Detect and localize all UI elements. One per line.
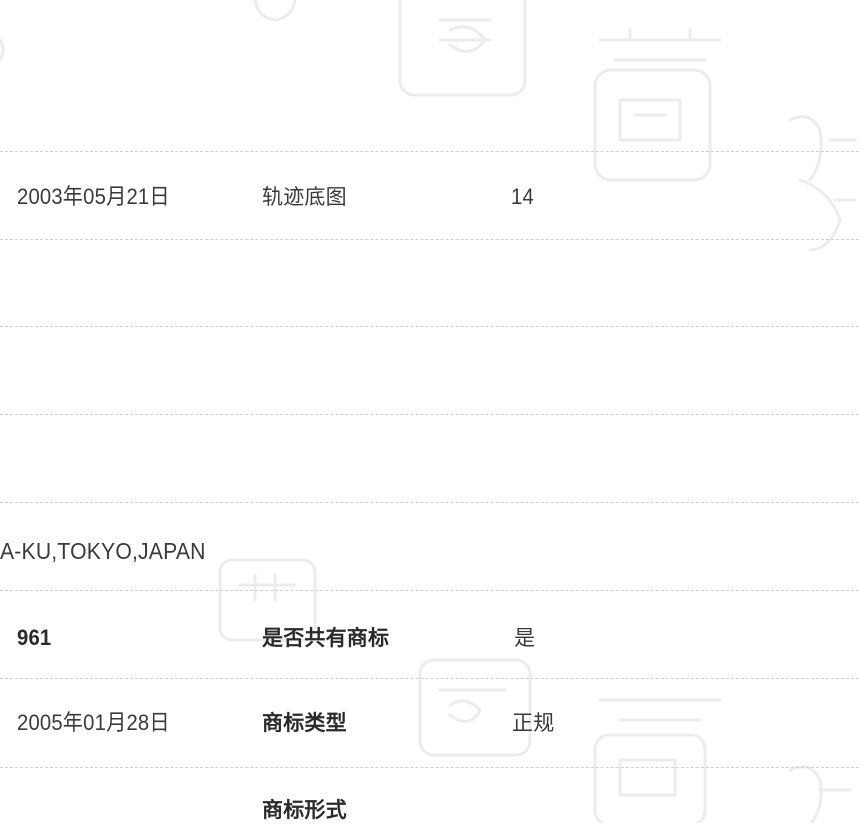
- trajectory-basemap-label: 轨迹底图: [262, 185, 347, 209]
- row-divider: [0, 151, 859, 152]
- trajectory-basemap-value: 14: [511, 184, 534, 209]
- registration-date-value: 2005年01月28日: [17, 710, 170, 735]
- trademark-type-value: 正规: [512, 711, 555, 735]
- row-divider: [0, 239, 859, 240]
- trademark-form-label: 商标形式: [262, 798, 347, 822]
- watermark: [0, 0, 857, 823]
- row-divider: [0, 767, 859, 768]
- row-divider: [0, 502, 859, 503]
- shared-trademark-value: 是: [514, 626, 536, 650]
- row-divider: [0, 590, 859, 591]
- shared-trademark-label: 是否共有商标: [262, 626, 390, 650]
- row-divider: [0, 414, 859, 415]
- row-divider: [0, 326, 859, 327]
- row-divider: [0, 678, 859, 679]
- announcement-issue-value: 961: [17, 625, 52, 650]
- trademark-type-label: 商标类型: [262, 711, 347, 735]
- address-value: A-KU,TOKYO,JAPAN: [0, 538, 206, 564]
- application-date-value: 2003年05月21日: [17, 184, 170, 209]
